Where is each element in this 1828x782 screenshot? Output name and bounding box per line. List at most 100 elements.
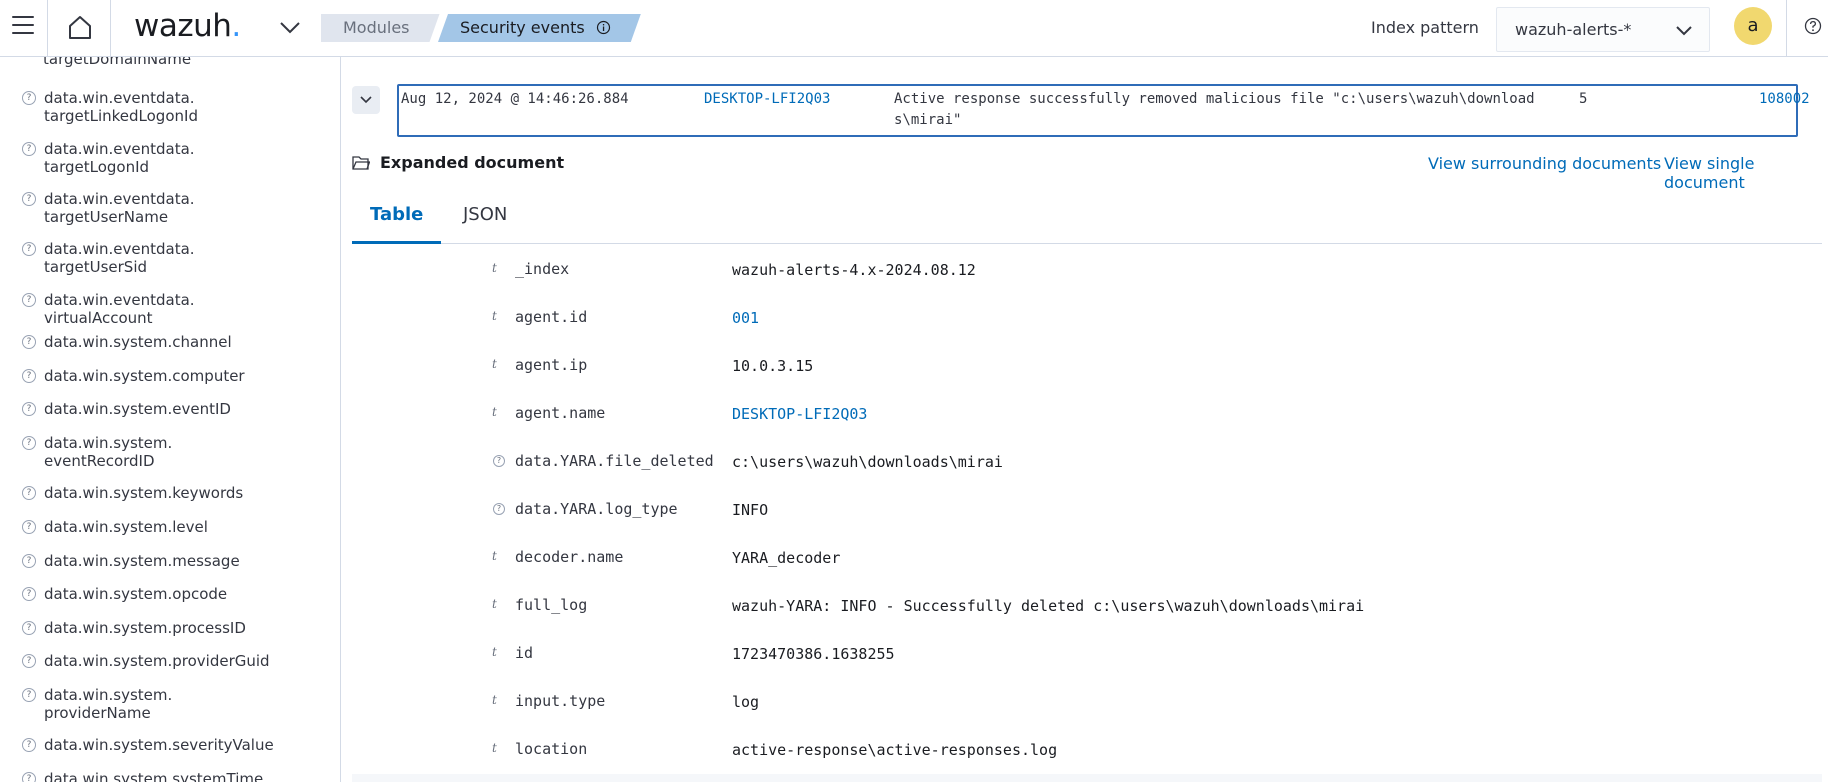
document-field-row: t agent.id 001 (352, 301, 1822, 349)
field-value: 10.0.3.15 (732, 357, 814, 375)
unknown-type-icon: ? (22, 688, 36, 702)
field-value: active-response\active-responses.log (732, 741, 1058, 759)
document-field-row: ? data.YARA.file_deleted c:\users\wazuh\… (352, 445, 1822, 493)
sidebar-field[interactable]: ? data.win.system.opcode (22, 585, 227, 603)
unknown-type-icon: ? (22, 654, 36, 668)
field-name-partial: targetDomainName (43, 57, 192, 68)
field-value-link[interactable]: 001 (732, 309, 759, 327)
sidebar-field[interactable]: ? data.win.system.level (22, 518, 208, 536)
field-value: 1723470386.1638255 (732, 645, 895, 663)
wazuh-logo[interactable]: wazuh. (134, 8, 241, 44)
unknown-type-icon: ? (493, 455, 505, 467)
sidebar-field[interactable]: ? data.win.system.message (22, 552, 240, 570)
field-key: _index (515, 260, 570, 278)
field-key: location (515, 740, 588, 758)
event-agent-link[interactable]: DESKTOP-LFI2Q03 (704, 89, 830, 110)
field-value: log (732, 693, 760, 711)
unknown-type-icon: ? (22, 486, 36, 500)
breadcrumb-security-events: Security events (438, 14, 641, 42)
index-pattern-select[interactable]: wazuh-alerts-* (1496, 7, 1710, 52)
unknown-type-icon: ? (22, 621, 36, 635)
selected-event-row[interactable]: Aug 12, 2024 @ 14:46:26.884 DESKTOP-LFI2… (397, 84, 1810, 137)
sidebar-field[interactable]: ? data.win.system.systemTime (22, 770, 263, 782)
sidebar-field[interactable]: ? data.win.system. providerName (22, 686, 172, 722)
sidebar-field[interactable]: ? data.win.eventdata. virtualAccount (22, 291, 195, 327)
field-key: id (515, 644, 534, 662)
unknown-type-icon: ? (22, 520, 36, 534)
unknown-type-icon: ? (22, 91, 36, 105)
sidebar-field[interactable]: ? data.win.system.severityValue (22, 736, 274, 754)
chevron-down-icon (360, 96, 372, 104)
document-field-row: t id 1723470386.1638255 (352, 637, 1822, 685)
document-field-row: ? data.YARA.log_type INFO (352, 493, 1822, 541)
sidebar-field[interactable]: ? data.win.eventdata. targetUserName (22, 190, 195, 226)
sidebar-field[interactable]: ? data.win.system. eventRecordID (22, 434, 172, 470)
document-field-row: t decoder.name YARA_decoder (352, 541, 1822, 589)
unknown-type-icon: ? (22, 402, 36, 416)
field-key: agent.id (515, 308, 588, 326)
sidebar-field[interactable]: ? data.win.system.keywords (22, 484, 243, 502)
sidebar-field[interactable]: ? data.win.eventdata. targetLogonId (22, 140, 195, 176)
folder-open-icon (352, 155, 370, 170)
view-surrounding-documents-link[interactable]: View surrounding documents (1428, 154, 1661, 173)
document-field-row: t agent.name DESKTOP-LFI2Q03 (352, 397, 1822, 445)
document-field-row: t _index wazuh-alerts-4.x-2024.08.12 (352, 253, 1822, 301)
field-value: wazuh-YARA: INFO - Successfully deleted … (732, 597, 1365, 615)
sidebar-field[interactable]: ? data.win.eventdata. targetUserSid (22, 240, 195, 276)
field-value-link[interactable]: DESKTOP-LFI2Q03 (732, 405, 867, 423)
unknown-type-icon: ? (22, 242, 36, 256)
string-type-icon: t (492, 549, 497, 563)
chevron-down-icon[interactable] (278, 17, 302, 37)
tab-table[interactable]: Table (352, 190, 442, 244)
string-type-icon: t (492, 645, 497, 659)
unknown-type-icon: ? (22, 335, 36, 349)
field-key: input.type (515, 692, 606, 710)
field-key: data.YARA.file_deleted (515, 452, 714, 470)
main-content: Aug 12, 2024 @ 14:46:26.884 DESKTOP-LFI2… (342, 57, 1828, 782)
sidebar-field[interactable]: ? data.win.system.providerGuid (22, 652, 270, 670)
document-field-row: t full_log wazuh-YARA: INFO - Successful… (352, 589, 1822, 637)
string-type-icon: t (492, 741, 497, 755)
unknown-type-icon: ? (22, 369, 36, 383)
view-single-document-link[interactable]: View single document (1664, 154, 1828, 192)
field-value: wazuh-alerts-4.x-2024.08.12 (732, 261, 976, 279)
user-avatar[interactable]: a (1734, 7, 1772, 45)
event-rule-id-link[interactable]: 108002 (1759, 89, 1810, 110)
field-value: YARA_decoder (732, 549, 841, 567)
string-type-icon: t (492, 357, 497, 371)
unknown-type-icon: ? (22, 772, 36, 782)
field-key: decoder.name (515, 548, 624, 566)
unknown-type-icon: ? (22, 293, 36, 307)
expanded-document-title: Expanded document (380, 153, 565, 172)
string-type-icon: t (492, 309, 497, 323)
info-icon[interactable] (596, 20, 611, 35)
field-key: agent.ip (515, 356, 588, 374)
sidebar-field[interactable]: ? data.win.system.processID (22, 619, 246, 637)
sidebar-field[interactable]: ? data.win.system.eventID (22, 400, 231, 418)
collapse-row-button[interactable] (352, 86, 380, 114)
sidebar-field[interactable]: ? data.win.eventdata. targetLinkedLogonId (22, 89, 198, 125)
unknown-type-icon: ? (22, 587, 36, 601)
document-tabs: Table JSON (352, 190, 1822, 244)
home-icon[interactable] (66, 13, 94, 41)
unknown-type-icon: ? (22, 192, 36, 206)
field-key: data.YARA.log_type (515, 500, 678, 518)
string-type-icon: t (492, 597, 497, 611)
header-divider (110, 0, 111, 57)
tab-json[interactable]: JSON (445, 190, 525, 244)
table-footer-strip (352, 774, 1822, 782)
unknown-type-icon: ? (22, 738, 36, 752)
sidebar-field[interactable]: ? data.win.system.channel (22, 333, 232, 351)
help-icon[interactable] (1804, 17, 1822, 35)
sidebar-field[interactable]: ? data.win.system.computer (22, 367, 245, 385)
menu-hamburger-icon[interactable] (12, 16, 34, 36)
field-key: full_log (515, 596, 588, 614)
unknown-type-icon: ? (22, 436, 36, 450)
string-type-icon: t (492, 693, 497, 707)
index-pattern-value: wazuh-alerts-* (1515, 20, 1632, 39)
breadcrumb-modules[interactable]: Modules (321, 14, 440, 42)
field-key: agent.name (515, 404, 606, 422)
field-value: c:\users\wazuh\downloads\mirai (732, 453, 1003, 471)
event-time: Aug 12, 2024 @ 14:46:26.884 (401, 91, 629, 107)
unknown-type-icon: ? (493, 503, 505, 515)
